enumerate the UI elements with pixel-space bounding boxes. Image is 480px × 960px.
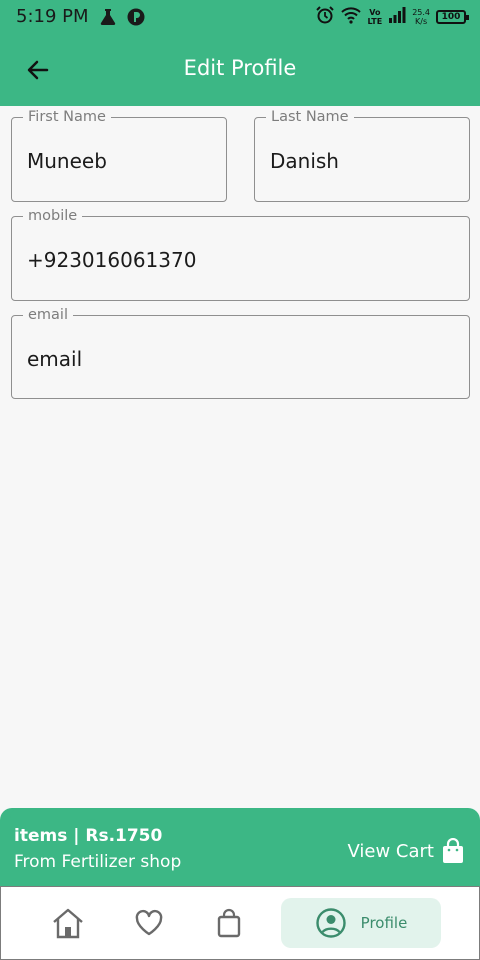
- shopping-bag-icon: [217, 908, 241, 938]
- wifi-icon: [341, 6, 362, 28]
- profile-icon: [315, 908, 346, 938]
- view-cart-label: View Cart: [347, 840, 435, 862]
- heart-icon: [135, 909, 163, 936]
- nav-orders[interactable]: [211, 905, 247, 941]
- email-value: email: [27, 347, 83, 371]
- cart-summary: items | Rs.1750: [14, 826, 163, 846]
- cart-shop-name: From Fertilizer shop: [14, 852, 182, 872]
- first-name-label: First Name: [23, 108, 111, 126]
- first-name-value: Muneeb: [27, 149, 107, 173]
- volte-text: Vo: [369, 8, 381, 17]
- volte-icon: Vo LTE: [367, 8, 382, 26]
- last-name-field[interactable]: Last Name Danish: [254, 108, 470, 202]
- alarm-icon: [315, 5, 335, 29]
- circle-p-icon: [126, 7, 146, 27]
- view-cart-button[interactable]: View Cart: [348, 838, 465, 864]
- signal-icon: [388, 7, 406, 27]
- status-time: 5:19 PM: [16, 6, 89, 27]
- nav-profile[interactable]: Profile: [281, 898, 441, 948]
- status-indicators: Vo LTE 25.4 K/s 100: [315, 5, 469, 29]
- email-field[interactable]: email email: [11, 306, 470, 399]
- arrow-left-icon: [27, 60, 49, 80]
- speed-value: 25.4: [412, 8, 430, 17]
- app-bar: Edit Profile: [0, 34, 480, 106]
- last-name-label: Last Name: [266, 108, 354, 126]
- back-button[interactable]: [20, 52, 56, 88]
- email-label: email: [23, 306, 73, 324]
- battery-level: 100: [441, 12, 461, 22]
- last-name-value: Danish: [270, 149, 339, 173]
- nav-profile-label: Profile: [360, 914, 408, 932]
- nav-home[interactable]: [50, 905, 86, 941]
- speed-unit: K/s: [415, 17, 428, 26]
- network-speed: 25.4 K/s: [412, 8, 430, 26]
- mobile-field[interactable]: mobile +923016061370: [11, 207, 470, 301]
- home-icon: [53, 908, 83, 939]
- page-title: Edit Profile: [183, 56, 297, 80]
- lte-text: LTE: [367, 17, 383, 26]
- flask-icon: [98, 7, 118, 27]
- mobile-value: +923016061370: [27, 248, 197, 272]
- battery-icon: 100: [436, 10, 469, 24]
- mobile-label: mobile: [23, 207, 83, 225]
- nav-favorites[interactable]: [131, 905, 167, 941]
- shopping-bag-icon: [443, 838, 463, 863]
- bottom-navigation: Profile: [0, 886, 480, 960]
- status-bar: 5:19 PM Vo LTE 25.4 K/s 100: [0, 0, 480, 34]
- first-name-field[interactable]: First Name Muneeb: [11, 108, 227, 202]
- cart-summary-bar[interactable]: items | Rs.1750 From Fertilizer shop Vie…: [0, 808, 480, 886]
